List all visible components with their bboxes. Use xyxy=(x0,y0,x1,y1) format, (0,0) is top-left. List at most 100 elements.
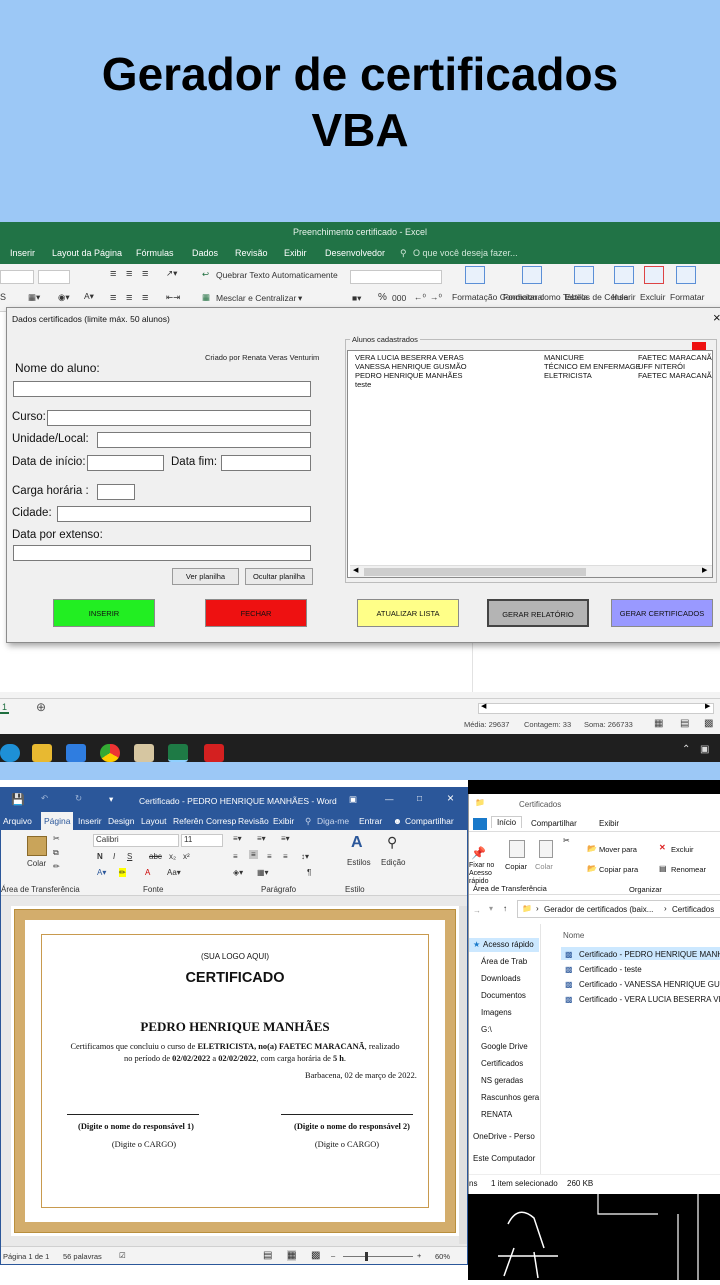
pin-icon[interactable]: 📌 xyxy=(471,846,486,860)
menu-layout[interactable]: Layout da Página xyxy=(52,248,122,258)
tab-inserir[interactable]: Inserir xyxy=(78,816,102,826)
menu-search-icon[interactable]: ⚲ xyxy=(400,248,407,259)
multilevel-icon[interactable]: ≡▾ xyxy=(281,834,290,843)
maximize-icon[interactable]: □ xyxy=(417,793,422,803)
menu-tell-me[interactable]: O que você deseja fazer... xyxy=(413,248,518,258)
bold-icon[interactable]: S xyxy=(0,292,6,302)
mail-icon[interactable] xyxy=(66,744,86,762)
proofing-icon[interactable]: ☑ xyxy=(119,1251,126,1260)
nav-item-imagens[interactable]: Imagens xyxy=(481,1008,512,1017)
align-bottom-icon[interactable]: ≡ xyxy=(142,268,148,280)
share-icon[interactable]: ☻ xyxy=(393,816,402,826)
font-color-icon[interactable]: A▾ xyxy=(84,291,94,302)
subscript-button[interactable]: x₂ xyxy=(169,852,176,861)
scroll-thumb[interactable] xyxy=(364,568,586,576)
conditional-format-icon[interactable] xyxy=(465,266,485,284)
word-close-icon[interactable]: × xyxy=(447,791,454,805)
nav-item-google-drive[interactable]: Google Drive xyxy=(481,1042,528,1051)
tab-arquivo[interactable]: Arquivo xyxy=(3,816,32,826)
zoom-slider-thumb[interactable] xyxy=(365,1252,368,1261)
font-grow-icon[interactable]: Aa▾ xyxy=(167,868,181,877)
align-middle-icon[interactable]: ≡ xyxy=(126,268,132,280)
font-size-select[interactable]: 11 xyxy=(181,834,223,847)
chrome-icon[interactable] xyxy=(100,744,120,762)
paste-icon[interactable] xyxy=(27,836,47,856)
format-painter-icon[interactable]: ✏ xyxy=(53,862,60,871)
carga-input[interactable] xyxy=(97,484,135,500)
nav-item-acesso-rapido[interactable]: Acesso rápido xyxy=(483,940,534,949)
add-sheet-icon[interactable]: ⊕ xyxy=(36,700,46,714)
zoom-in-icon[interactable]: + xyxy=(417,1251,421,1260)
list-item[interactable]: VERA LUCIA BESERRA VERAS xyxy=(355,353,464,362)
page-layout-icon[interactable]: ▤ xyxy=(680,718,689,729)
menu-inserir[interactable]: Inserir xyxy=(10,248,35,258)
nome-input[interactable] xyxy=(13,381,311,397)
format-table-icon[interactable] xyxy=(522,266,542,284)
column-header-nome[interactable]: Nome xyxy=(563,931,584,940)
text-effects-icon[interactable]: A▾ xyxy=(97,868,106,877)
scroll-right-icon[interactable]: ▶ xyxy=(702,566,707,574)
redo-icon[interactable]: ↻ xyxy=(75,793,82,804)
nav-item-g-drive[interactable]: G:\ xyxy=(481,1025,492,1034)
paste-button[interactable]: Colar xyxy=(27,859,46,868)
percent-button[interactable]: % xyxy=(378,292,387,303)
read-mode-icon[interactable]: ▤ xyxy=(263,1250,272,1261)
cidade-input[interactable] xyxy=(57,506,311,522)
sheet-tab[interactable]: 1 xyxy=(0,702,10,714)
tray-network-icon[interactable]: ▣ xyxy=(700,744,709,755)
underline-button[interactable]: S xyxy=(127,852,132,861)
menu-desenvolvedor[interactable]: Desenvolvedor xyxy=(325,248,385,258)
atualizar-lista-button[interactable]: ATUALIZAR LISTA xyxy=(357,599,459,627)
line-spacing-icon[interactable]: ↕▾ xyxy=(301,852,309,861)
move-to-button[interactable]: Mover para xyxy=(599,845,637,854)
merge-dropdown-icon[interactable]: ▾ xyxy=(298,293,302,304)
strike-button[interactable]: abc xyxy=(149,852,162,861)
format-cells-button[interactable]: Formatar xyxy=(670,292,704,302)
nav-item-ns-geradas[interactable]: NS geradas xyxy=(481,1076,523,1085)
nav-item-documentos[interactable]: Documentos xyxy=(481,991,526,1000)
font-color-button[interactable]: A xyxy=(145,868,150,877)
sheet-scrollbar[interactable]: ◀ ▶ xyxy=(478,703,714,714)
tab-pagina[interactable]: Página xyxy=(41,812,74,830)
gerar-certificados-button[interactable]: GERAR CERTIFICADOS xyxy=(611,599,713,627)
align-center-icon[interactable]: ≡ xyxy=(126,292,132,304)
print-layout-icon[interactable]: ▦ xyxy=(287,1250,297,1261)
minimize-icon[interactable]: — xyxy=(385,794,394,804)
tab-layout[interactable]: Layout xyxy=(141,816,167,826)
data-extenso-input[interactable] xyxy=(13,545,311,561)
tab-diga-me[interactable]: Diga-me xyxy=(317,816,349,826)
delete-cells-button[interactable]: Excluir xyxy=(640,292,666,302)
cell-styles-icon[interactable] xyxy=(574,266,594,284)
nav-item-onedrive[interactable]: OneDrive - Perso xyxy=(473,1132,535,1141)
web-layout-icon[interactable]: ▩ xyxy=(311,1250,320,1261)
bold-button[interactable]: N xyxy=(97,852,103,861)
align-right-icon[interactable]: ≡ xyxy=(142,292,148,304)
inserir-button[interactable]: INSERIR xyxy=(53,599,155,627)
cut-icon[interactable]: ✂ xyxy=(53,834,60,843)
zoom-out-icon[interactable]: – xyxy=(331,1251,335,1260)
edge-icon[interactable] xyxy=(0,744,20,762)
nav-item-rascunhos[interactable]: Rascunhos gera xyxy=(481,1093,539,1102)
qat-dropdown-icon[interactable]: ▾ xyxy=(109,794,113,805)
tab-revisao[interactable]: Revisão xyxy=(238,816,269,826)
menu-revisao[interactable]: Revisão xyxy=(235,248,268,258)
back-icon[interactable]: → xyxy=(473,906,481,915)
copy-file-icon[interactable] xyxy=(509,840,525,858)
fechar-button[interactable]: FECHAR xyxy=(205,599,307,627)
list-horizontal-scrollbar[interactable]: ◀ ▶ xyxy=(350,565,712,577)
show-marks-icon[interactable]: ¶ xyxy=(307,868,311,877)
font-name-select[interactable]: Calibri xyxy=(93,834,179,847)
currency-icon[interactable]: ■▾ xyxy=(352,293,361,304)
breadcrumb-current[interactable]: Certificados xyxy=(672,905,714,914)
delete-button[interactable]: Excluir xyxy=(671,845,694,854)
highlight-icon[interactable]: ✏ xyxy=(119,868,126,877)
styles-icon[interactable]: A xyxy=(351,834,363,852)
font-name-box[interactable] xyxy=(0,270,34,284)
nav-item-este-computador[interactable]: Este Computador xyxy=(473,1154,535,1163)
borders-icon[interactable]: ▦▾ xyxy=(28,292,40,303)
excel-taskbar-icon[interactable] xyxy=(168,744,188,762)
format-cells-icon[interactable] xyxy=(676,266,696,284)
paste-file-icon[interactable] xyxy=(539,840,553,858)
tab-referencias[interactable]: Referên xyxy=(173,816,203,826)
explorer-tab-compartilhar[interactable]: Compartilhar xyxy=(531,819,577,828)
